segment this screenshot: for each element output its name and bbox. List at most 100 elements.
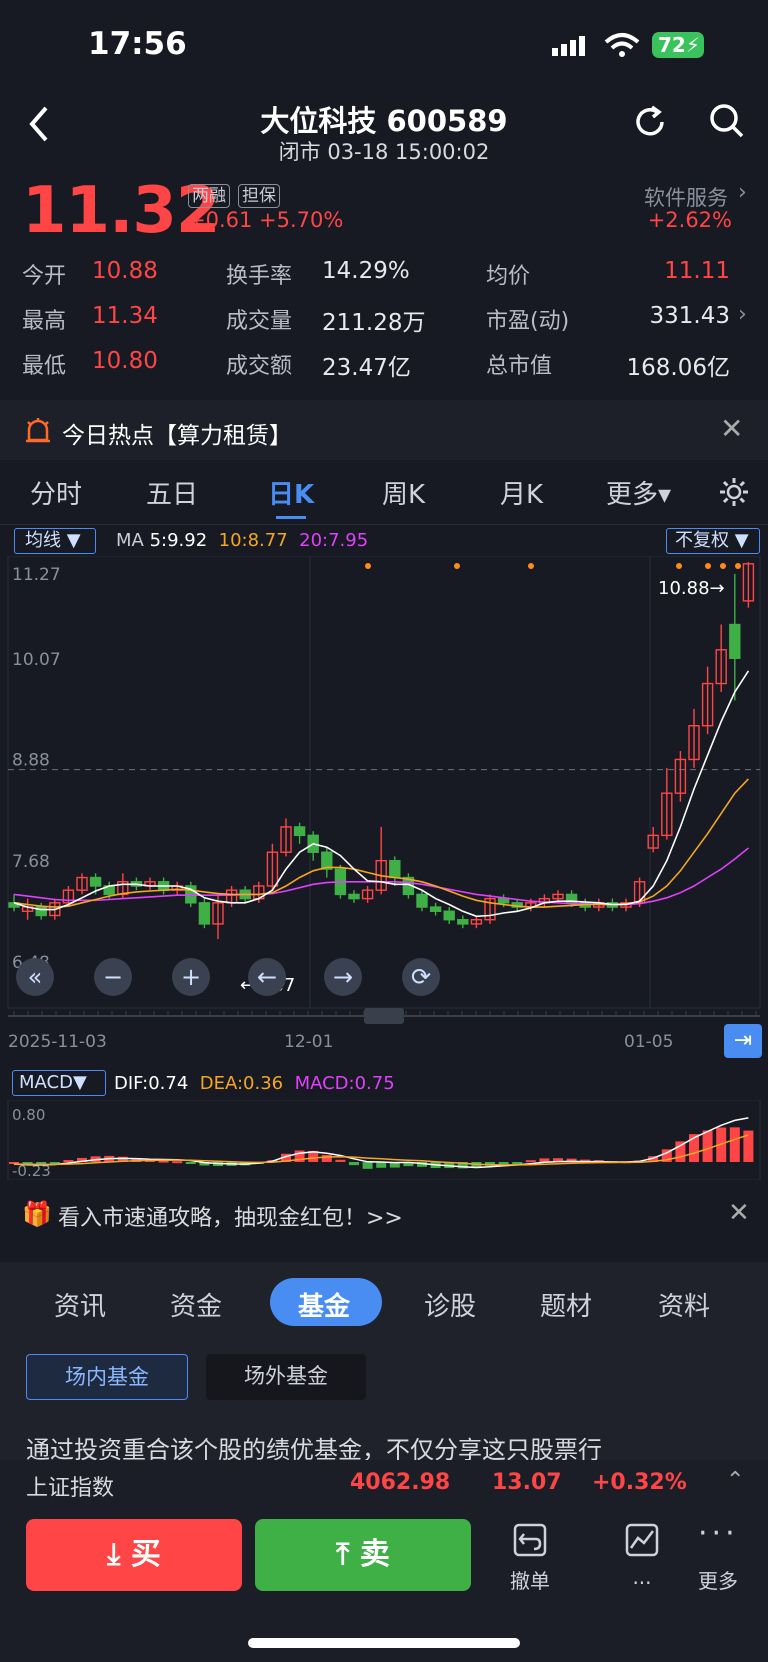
index-change: 13.07	[492, 1470, 562, 1495]
quote-value: 168.06亿	[626, 355, 730, 381]
timeline-handle	[364, 1008, 404, 1024]
tab-more[interactable]: 更多▾	[606, 474, 671, 511]
macd-legend: DIF:0.74 DEA:0.36 MACD:0.75	[114, 1073, 395, 1094]
battery-icon: 72⚡	[652, 32, 704, 58]
home-indicator	[248, 1638, 520, 1648]
refresh-icon[interactable]	[632, 104, 668, 140]
quote-label: 最高	[22, 309, 67, 334]
quote-value: 14.29%	[322, 258, 410, 284]
kline-chart[interactable]: 11.2710.078.887.686.4810.88→←6.87	[0, 556, 768, 1026]
gift-icon: 🎁	[22, 1200, 52, 1228]
more-label: 更多	[698, 1569, 738, 1593]
quote-value: 211.28万	[322, 310, 426, 336]
tab-five-day[interactable]: 五日	[146, 474, 198, 511]
ma-selector[interactable]: 均线 ▼	[14, 528, 96, 554]
macd-bar	[172, 1161, 183, 1164]
macd-frame	[7, 1100, 761, 1180]
tab-weekly[interactable]: 周K	[382, 474, 425, 511]
tab-fund[interactable]: 基金	[298, 1286, 350, 1323]
y-tick-label: 8.88	[12, 751, 50, 771]
tab-daily[interactable]: 日K	[268, 474, 314, 511]
quote-label: 均价	[486, 264, 531, 289]
hot-topic-text: 今日热点【算力租赁】	[62, 423, 292, 449]
event-marker	[676, 563, 682, 569]
adjust-selector[interactable]: 不复权 ▼	[666, 528, 760, 554]
candle-body	[429, 906, 442, 912]
chevron-right-icon[interactable]: ›	[738, 180, 747, 205]
cancel-order-icon[interactable]	[512, 1522, 548, 1558]
zoom-out-icon[interactable]: −	[94, 958, 132, 996]
close-icon[interactable]: ✕	[728, 1198, 750, 1228]
index-name[interactable]: 上证指数	[26, 1470, 114, 1502]
quote-value: 11.11	[664, 258, 730, 284]
arrow-left-icon[interactable]: ←	[248, 958, 286, 996]
quote-label: 换手率	[226, 264, 293, 289]
collateral-tag: 担保	[238, 184, 280, 208]
y-tick-label: 10.07	[12, 650, 61, 670]
tab-news[interactable]: 资讯	[54, 1286, 106, 1323]
candle-body	[293, 826, 306, 837]
wifi-icon	[604, 33, 640, 57]
search-icon[interactable]	[708, 102, 746, 140]
jump-latest-icon[interactable]: ⇥	[724, 1024, 762, 1058]
index-pct: +0.32%	[592, 1470, 687, 1495]
candle-body	[198, 902, 211, 925]
candle-body	[321, 851, 333, 870]
gear-icon[interactable]	[718, 476, 750, 508]
sell-icon: ⤒	[336, 1537, 360, 1572]
buy-icon: ⤓	[107, 1537, 131, 1572]
sell-button[interactable]: ⤒ 卖	[255, 1519, 471, 1591]
chart-frame	[7, 556, 761, 1009]
macd-bar	[185, 1162, 196, 1164]
cancel-order-label: 撤单	[510, 1569, 550, 1593]
rotate-icon[interactable]: ⟳	[402, 958, 440, 996]
sector-change: +2.62%	[647, 208, 732, 232]
tab-monthly[interactable]: 月K	[500, 474, 543, 511]
tab-indicator	[276, 516, 306, 519]
macd-tick-label: 0.80	[12, 1106, 45, 1124]
tab-capital[interactable]: 资金	[170, 1286, 222, 1323]
buy-button[interactable]: ⤓ 买	[26, 1519, 242, 1591]
onexchange-fund-button[interactable]: 场内基金	[26, 1354, 188, 1400]
macd-bar	[729, 1127, 740, 1162]
candle-body	[443, 910, 455, 921]
tab-theme[interactable]: 题材	[540, 1286, 592, 1323]
zoom-in-icon[interactable]: +	[172, 958, 210, 996]
offexchange-fund-button[interactable]: 场外基金	[206, 1354, 366, 1400]
quote-label: 总市值	[486, 354, 553, 379]
chart-tool-icon[interactable]	[624, 1522, 660, 1558]
market-status: 闭市 03-18 15:00:02	[278, 140, 490, 164]
index-value: 4062.98	[350, 1470, 451, 1495]
macd-bar	[362, 1162, 373, 1169]
arrow-right-icon[interactable]: →	[324, 958, 362, 996]
rewind-icon[interactable]: «	[16, 958, 54, 996]
macd-selector[interactable]: MACD▼	[12, 1070, 106, 1096]
quote-value: 10.80	[92, 348, 158, 374]
close-icon[interactable]: ✕	[720, 412, 743, 445]
y-tick-label: 7.68	[12, 852, 50, 872]
signal-icon	[552, 36, 585, 56]
more-icon[interactable]: ···	[698, 1516, 739, 1551]
promo-text[interactable]: 看入市速通攻略，抽现金红包！>>	[58, 1200, 403, 1232]
candle-body	[416, 893, 428, 908]
candle-body	[89, 876, 102, 887]
event-marker	[705, 563, 711, 569]
chevron-right-icon[interactable]: ›	[738, 302, 747, 327]
chevron-up-icon[interactable]: ⌃	[726, 1468, 744, 1493]
margin-tag: 两融	[188, 184, 230, 208]
quote-label: 最低	[22, 354, 67, 379]
macd-bar	[702, 1130, 713, 1162]
event-marker	[528, 563, 534, 569]
tab-profile[interactable]: 资料	[658, 1286, 710, 1323]
event-marker	[720, 563, 726, 569]
event-marker	[735, 563, 741, 569]
alarm-icon	[26, 418, 50, 443]
x-tick-label: 01-05	[624, 1032, 674, 1052]
macd-chart[interactable]: 0.80-0.23	[0, 1100, 768, 1180]
macd-bar	[675, 1141, 686, 1162]
tab-diagnosis[interactable]: 诊股	[424, 1286, 476, 1323]
quote-value: 10.88	[92, 258, 158, 284]
ma-legend: MA 5:9.92 10:8.77 20:7.95	[116, 530, 369, 551]
tab-intraday[interactable]: 分时	[30, 474, 82, 511]
macd-bar	[321, 1154, 332, 1162]
